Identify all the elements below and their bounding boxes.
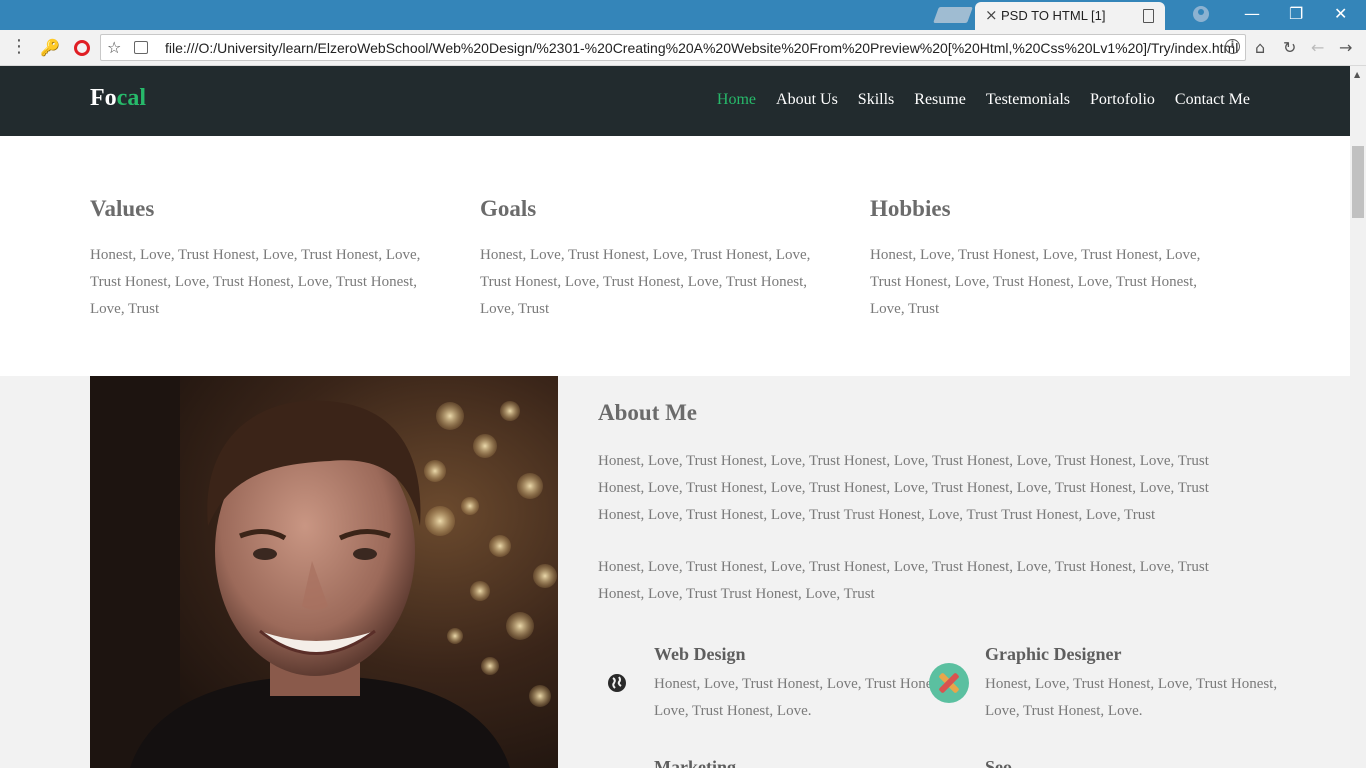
nav-resume[interactable]: Resume [914, 91, 966, 109]
hobbies-text: Honest, Love, Trust Honest, Love, Trust … [870, 247, 1201, 317]
nav-portofolio[interactable]: Portofolio [1090, 91, 1155, 109]
goals-column: Goals Honest, Love, Trust Honest, Love, … [480, 196, 840, 323]
close-icon[interactable]: ✕ [1334, 4, 1347, 23]
tab-title: PSD TO HTML [1] [1001, 8, 1106, 23]
info-icon[interactable]: i [1225, 39, 1240, 54]
pencil-tools-icon [929, 663, 969, 708]
nav-contact-me[interactable]: Contact Me [1175, 91, 1250, 109]
service-title: Marketing [654, 757, 736, 768]
service-text: Honest, Love, Trust Honest, Love, Trust … [654, 676, 947, 719]
goals-title: Goals [480, 196, 537, 221]
service-graphic-designer: Graphic Designer Honest, Love, Trust Hon… [985, 644, 1285, 725]
url-text[interactable]: file:///O:/University/learn/ElzeroWebSch… [165, 40, 1238, 56]
page-scrollbar[interactable]: ▲ [1350, 66, 1366, 768]
address-bar[interactable]: ☆ file:///O:/University/learn/ElzeroWebS… [100, 34, 1246, 61]
values-text: Honest, Love, Trust Honest, Love, Trust … [90, 247, 421, 317]
menu-icon[interactable]: ⋮ [10, 36, 28, 57]
tab-close-icon[interactable]: × [985, 6, 998, 24]
service-web-design: Web Design Honest, Love, Trust Honest, L… [654, 644, 954, 725]
hobbies-title: Hobbies [870, 196, 951, 221]
opera-icon[interactable] [74, 40, 90, 56]
nav-skills[interactable]: Skills [858, 91, 894, 109]
reload-icon[interactable]: ↻ [1283, 38, 1296, 57]
minimize-icon[interactable]: — [1244, 4, 1260, 23]
nav-testemonials[interactable]: Testemonials [986, 91, 1070, 109]
globe-icon [607, 673, 627, 698]
about-content: About Me Honest, Love, Trust Honest, Lov… [598, 400, 1258, 633]
service-marketing: Marketing [654, 757, 954, 768]
nav-about-us[interactable]: About Us [776, 91, 838, 109]
profile-icon[interactable] [1193, 6, 1209, 22]
logo-accent-text: cal [116, 85, 146, 111]
logo[interactable]: Focal [90, 85, 146, 112]
forward-icon[interactable]: → [1339, 38, 1352, 57]
about-section: About Me Honest, Love, Trust Honest, Lov… [0, 376, 1350, 768]
page-icon [134, 41, 148, 54]
about-paragraph-1: Honest, Love, Trust Honest, Love, Trust … [598, 453, 1209, 523]
browser-titlebar: × PSD TO HTML [1] — ❐ ✕ [0, 0, 1366, 30]
site-header: Focal Home About Us Skills Resume Testem… [0, 66, 1350, 136]
browser-toolbar: ⋮ 🔑 ☆ file:///O:/University/learn/Elzero… [0, 30, 1366, 66]
service-text: Honest, Love, Trust Honest, Love, Trust … [985, 676, 1278, 719]
hobbies-column: Hobbies Honest, Love, Trust Honest, Love… [870, 196, 1230, 323]
values-title: Values [90, 196, 155, 221]
star-icon[interactable]: ☆ [107, 38, 121, 57]
portrait-photo [90, 376, 558, 768]
goals-text: Honest, Love, Trust Honest, Love, Trust … [480, 247, 811, 317]
service-title: Graphic Designer [985, 644, 1122, 664]
page-viewport: Focal Home About Us Skills Resume Testem… [0, 66, 1350, 768]
about-title: About Me [598, 400, 698, 425]
page-icon [1143, 9, 1154, 23]
new-tab-button[interactable] [933, 7, 973, 23]
main-nav: Home About Us Skills Resume Testemonials… [717, 91, 1250, 109]
nav-home[interactable]: Home [717, 91, 756, 109]
maximize-icon[interactable]: ❐ [1289, 4, 1303, 23]
extension-key-icon[interactable]: 🔑 [40, 38, 60, 57]
service-title: Seo [985, 757, 1012, 768]
service-seo: Seo [985, 757, 1285, 768]
values-column: Values Honest, Love, Trust Honest, Love,… [90, 196, 450, 323]
browser-tab[interactable]: × PSD TO HTML [1] [975, 2, 1165, 30]
scrollbar-thumb[interactable] [1352, 146, 1364, 218]
about-paragraph-2: Honest, Love, Trust Honest, Love, Trust … [598, 559, 1209, 602]
home-icon[interactable]: ⌂ [1255, 38, 1265, 57]
logo-text: Fo [90, 85, 117, 111]
values-section: Values Honest, Love, Trust Honest, Love,… [0, 136, 1350, 376]
service-title: Web Design [654, 644, 746, 664]
back-icon[interactable]: ← [1311, 38, 1324, 57]
scroll-up-icon[interactable]: ▲ [1354, 70, 1360, 79]
